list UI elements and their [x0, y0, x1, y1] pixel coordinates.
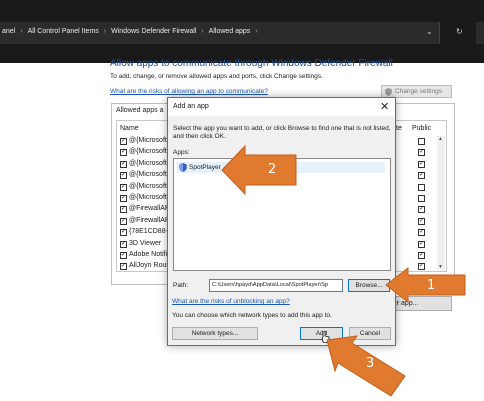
- annotation-arrow-1: [385, 266, 466, 304]
- annotation-number-1: 1: [427, 278, 436, 293]
- annotation-number-3: 3: [366, 356, 375, 371]
- annotation-number-2: 2: [268, 162, 277, 177]
- annotation-layer: [221, 144, 466, 397]
- annotation-arrow-2: [221, 144, 297, 196]
